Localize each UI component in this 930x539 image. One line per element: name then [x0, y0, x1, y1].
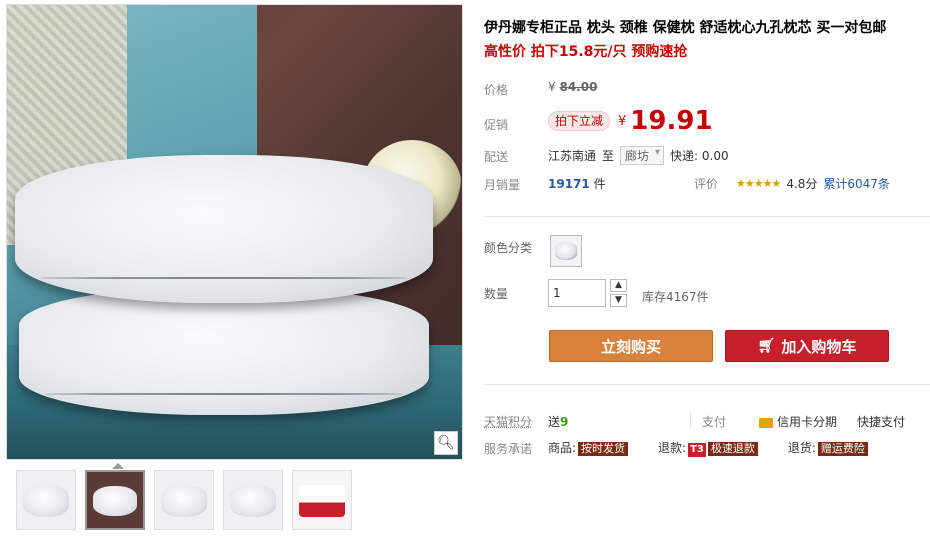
credit-installment-label: 信用卡分期	[777, 415, 838, 429]
shipping-from: 江苏南通	[548, 149, 597, 163]
credit-installment[interactable]: 信用卡分期	[759, 413, 837, 430]
add-to-cart-label: 加入购物车	[781, 337, 857, 356]
thumbnail-4[interactable]	[223, 470, 283, 530]
monthly-sales-count: 19171	[548, 177, 590, 191]
return-label: 退货:	[787, 441, 816, 455]
service-refund[interactable]: 退款: T3 极速退款	[658, 439, 758, 457]
on-time-delivery-badge: 按时发货	[578, 442, 629, 456]
tmall-points: 送9	[548, 413, 568, 430]
thumbnail-1[interactable]	[16, 470, 76, 530]
main-product-image[interactable]: 🔍︎	[6, 4, 463, 460]
points-send-word: 送	[548, 415, 561, 429]
original-price-value: 84.00	[559, 80, 598, 94]
promo-tag: 拍下立减	[548, 111, 611, 131]
rating-label: 评价	[694, 177, 719, 191]
price-currency: ¥	[548, 80, 556, 94]
price-label: 价格	[484, 83, 509, 97]
color-swatch-option[interactable]	[550, 235, 582, 267]
credit-card-icon	[759, 417, 773, 428]
service-promises: 商品: 按时发货 退款: T3 极速退款 退货: 赠运费险	[548, 439, 868, 457]
promo-currency: ¥	[618, 113, 627, 129]
thumbnail-strip	[16, 470, 352, 530]
destination-select[interactable]: 廊坊	[620, 146, 665, 165]
image-pillow-top	[15, 155, 433, 303]
extras-separator	[690, 412, 691, 428]
review-count-link[interactable]: 累计6047条	[823, 175, 890, 192]
return-shipping-insurance-badge: 赠运费险	[817, 442, 868, 456]
shipping-fee: 快递: 0.00	[670, 149, 729, 163]
product-subtitle: 高性价 拍下15.8元/只 预购速抢	[484, 44, 688, 60]
quantity-decrease-button[interactable]: ▼	[610, 294, 627, 307]
quantity-input[interactable]: 1	[548, 279, 606, 307]
image-pillow-bottom	[19, 287, 429, 415]
buy-now-label: 立刻购买	[600, 337, 661, 356]
service-goods[interactable]: 商品: 按时发货	[548, 439, 629, 457]
add-to-cart-button[interactable]: 🛒︎ 加入购物车	[725, 330, 889, 362]
goods-label: 商品:	[548, 441, 577, 455]
shipping-label: 配送	[484, 150, 509, 164]
stock-count: 库存4167件	[642, 290, 709, 304]
promo-row: 拍下立减 ¥ 19.91	[548, 106, 713, 136]
monthly-sales-unit: 件	[593, 177, 606, 191]
quantity-increase-button[interactable]: ▲	[610, 279, 627, 292]
payment-label: 支付	[702, 415, 727, 429]
promo-label: 促销	[484, 118, 509, 132]
monthly-sales: 19171 件	[548, 175, 606, 192]
search-icon[interactable]: 🔍︎	[434, 431, 458, 455]
original-price: ¥ 84.00	[548, 80, 597, 94]
color-option-label: 颜色分类	[484, 241, 533, 255]
service-return[interactable]: 退货: 赠运费险	[788, 439, 868, 457]
divider-2	[484, 384, 930, 385]
promo-price: 19.91	[630, 106, 713, 136]
rating-row: ★★★★★ 4.8分 累计6047条	[736, 175, 890, 192]
quantity-label: 数量	[484, 287, 509, 301]
refund-label: 退款:	[658, 441, 687, 455]
points-value: 9	[560, 415, 569, 429]
active-thumb-caret	[112, 463, 124, 469]
buy-now-button[interactable]: 立刻购买	[549, 330, 713, 362]
cart-icon: 🛒︎	[757, 338, 776, 354]
service-promise-label: 服务承诺	[484, 442, 533, 456]
shipping-to-word: 至	[602, 149, 615, 163]
thumbnail-2[interactable]	[85, 470, 145, 530]
shipping-row: 江苏南通 至 廊坊 快递: 0.00	[548, 146, 729, 165]
divider-1	[484, 216, 930, 217]
tmall-points-label[interactable]: 天猫积分	[484, 413, 532, 430]
monthly-sales-label: 月销量	[484, 178, 521, 192]
t3-badge: T3	[688, 443, 706, 457]
rating-score: 4.8分	[786, 177, 818, 191]
product-title: 伊丹娜专柜正品 枕头 颈椎 保健枕 舒适枕心九孔枕芯 买一对包邮	[484, 20, 887, 36]
rating-stars: ★★★★★	[736, 177, 781, 190]
thumbnail-5[interactable]	[292, 470, 352, 530]
fast-refund-badge: 极速退款	[707, 442, 758, 456]
thumbnail-3[interactable]	[154, 470, 214, 530]
quick-pay[interactable]: 快捷支付	[857, 413, 905, 430]
